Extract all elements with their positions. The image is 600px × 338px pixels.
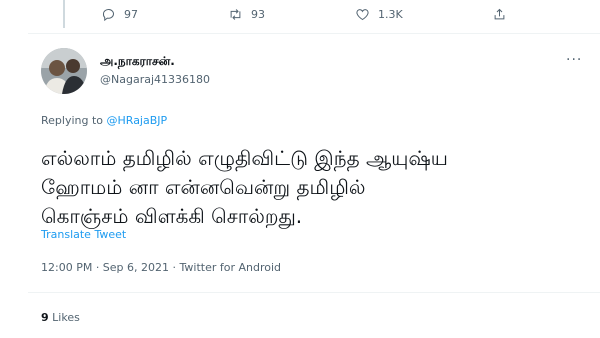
previous-tweet-actions: 97 93 1.3K <box>0 7 600 27</box>
heart-icon <box>356 9 369 21</box>
divider <box>28 33 600 34</box>
tweet-text: எல்லாம் தமிழில் எழுதிவிட்டு இந்த ஆயுஷ்ய … <box>41 144 581 231</box>
avatar[interactable] <box>41 48 87 94</box>
replying-prefix: Replying to <box>41 114 104 127</box>
share-button[interactable] <box>492 7 515 22</box>
share-icon <box>494 8 505 20</box>
tweet-timestamp[interactable]: 12:00 PM · Sep 6, 2021 · Twitter for And… <box>41 261 281 274</box>
more-options-button[interactable]: ··· <box>566 52 582 68</box>
retweet-count: 93 <box>251 8 265 21</box>
tweet-text-line: எல்லாம் தமிழில் எழுதிவிட்டு இந்த ஆயுஷ்ய <box>41 146 448 170</box>
likes-label: Likes <box>52 311 80 324</box>
like-count: 1.3K <box>378 8 403 21</box>
retweet-icon <box>230 9 241 20</box>
reply-button[interactable]: 97 <box>101 7 138 22</box>
divider <box>28 292 600 293</box>
like-button[interactable]: 1.3K <box>355 7 403 22</box>
tweet-text-line: ஹோமம் னா என்னவென்று தமிழில் <box>41 175 366 199</box>
translate-tweet-link[interactable]: Translate Tweet <box>41 228 126 241</box>
replying-to: Replying to @HRajaBJP <box>41 114 167 127</box>
tweet-text-line: கொஞ்சம் விளக்கி சொல்றது. <box>41 204 303 228</box>
author-name[interactable]: அ.நாகராசன். <box>100 54 175 70</box>
reply-count: 97 <box>124 8 138 21</box>
likes-summary[interactable]: 9 Likes <box>41 311 80 324</box>
retweet-button[interactable]: 93 <box>228 7 265 22</box>
replying-mention-link[interactable]: @HRajaBJP <box>107 114 168 127</box>
reply-icon <box>102 9 114 22</box>
likes-count: 9 <box>41 311 49 324</box>
author-handle[interactable]: @Nagaraj41336180 <box>100 73 210 86</box>
